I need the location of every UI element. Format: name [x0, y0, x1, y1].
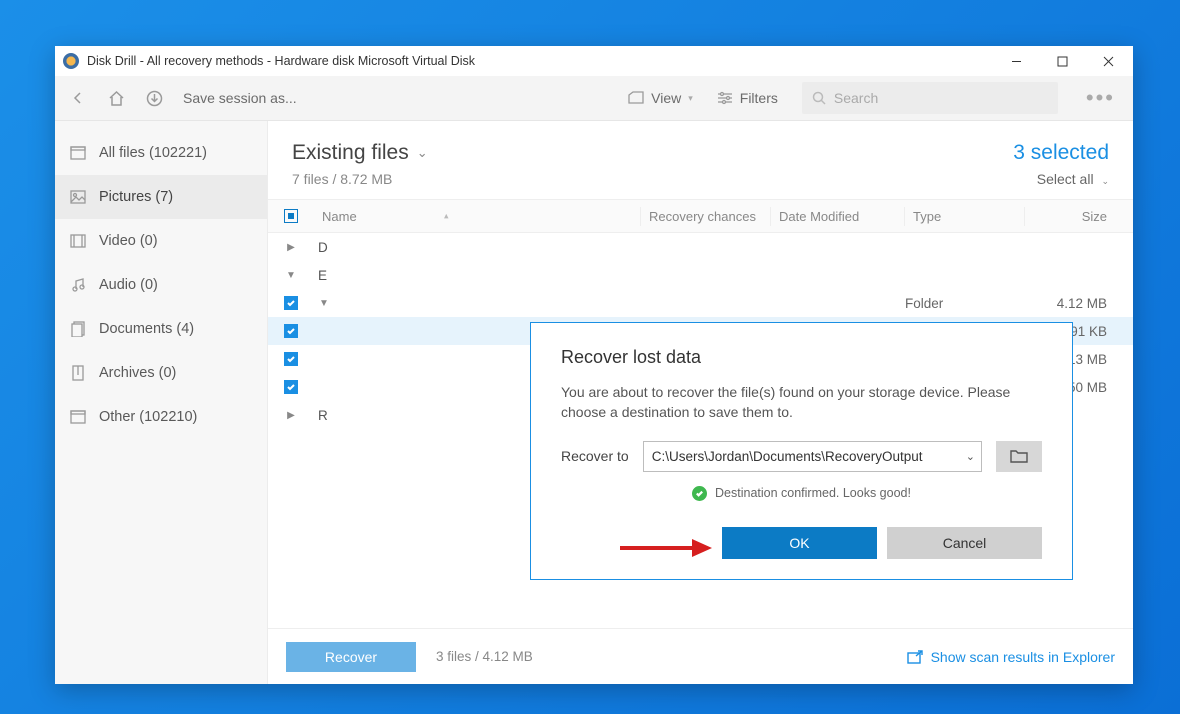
sidebar-item-audio[interactable]: Audio (0) [55, 263, 267, 307]
all-files-icon [69, 144, 87, 162]
expand-icon[interactable]: ▶ [280, 242, 302, 253]
row-checkbox[interactable] [284, 380, 298, 394]
confirmation-text: Destination confirmed. Looks good! [715, 486, 911, 500]
app-icon [63, 53, 79, 69]
sidebar-item-all[interactable]: All files (102221) [55, 131, 267, 175]
back-icon[interactable] [69, 89, 87, 107]
filters-label: Filters [740, 90, 778, 106]
chevron-down-icon: ⌄ [417, 145, 428, 161]
main-panel: Existing files ⌄ 7 files / 8.72 MB 3 sel… [268, 121, 1133, 684]
archives-icon [69, 364, 87, 382]
modal-title: Recover lost data [561, 347, 1042, 368]
search-placeholder: Search [834, 90, 878, 106]
select-all-button[interactable]: Select all ⌄ [1013, 171, 1109, 187]
chevron-down-icon: ▾ [688, 93, 693, 104]
sidebar-item-label: Pictures (7) [99, 189, 173, 205]
save-session-button[interactable]: Save session as... [183, 90, 297, 106]
filters-button[interactable]: Filters [717, 90, 778, 106]
chevron-down-icon: ⌄ [1101, 176, 1109, 186]
sidebar-item-label: Video (0) [99, 233, 158, 249]
recover-modal: Recover lost data You are about to recov… [530, 322, 1073, 580]
column-date[interactable]: Date Modified [771, 207, 905, 226]
ok-button[interactable]: OK [722, 527, 877, 559]
section-subtitle: 7 files / 8.72 MB [292, 171, 428, 187]
video-icon [69, 232, 87, 250]
check-circle-icon [692, 486, 707, 501]
table-row[interactable]: ▼ Folder 4.12 MB [268, 289, 1133, 317]
titlebar: Disk Drill - All recovery methods - Hard… [55, 46, 1133, 76]
row-checkbox[interactable] [284, 324, 298, 338]
other-icon [69, 408, 87, 426]
sidebar-item-label: All files (102221) [99, 145, 207, 161]
sort-indicator-icon: ▴ [444, 211, 449, 222]
download-icon[interactable] [145, 89, 163, 107]
sidebar-item-label: Documents (4) [99, 321, 194, 337]
collapse-icon[interactable]: ▼ [280, 270, 302, 281]
sidebar-item-label: Other (102210) [99, 409, 197, 425]
column-type[interactable]: Type [905, 207, 1025, 226]
search-icon [812, 91, 826, 105]
pictures-icon [69, 188, 87, 206]
footer-count: 3 files / 4.12 MB [436, 649, 533, 664]
column-name[interactable]: Name ▴ [314, 207, 641, 226]
more-button[interactable]: ••• [1082, 87, 1119, 109]
browse-button[interactable] [996, 441, 1042, 472]
cancel-button[interactable]: Cancel [887, 527, 1042, 559]
search-input[interactable]: Search [802, 82, 1058, 114]
table-header: Name ▴ Recovery chances Date Modified Ty… [268, 199, 1133, 233]
sidebar-item-label: Audio (0) [99, 277, 158, 293]
footer: Recover 3 files / 4.12 MB Show scan resu… [268, 628, 1133, 684]
view-dropdown[interactable]: View ▾ [628, 90, 693, 106]
close-button[interactable] [1085, 46, 1131, 76]
table-row[interactable]: ▶ D [268, 233, 1133, 261]
sidebar-item-other[interactable]: Other (102210) [55, 395, 267, 439]
chevron-down-icon: ⌄ [966, 450, 975, 463]
sidebar-item-archives[interactable]: Archives (0) [55, 351, 267, 395]
collapse-icon[interactable]: ▼ [314, 298, 334, 309]
toolbar: Save session as... View ▾ Filters Search… [55, 76, 1133, 121]
column-size[interactable]: Size [1025, 209, 1133, 224]
row-checkbox[interactable] [284, 296, 298, 310]
sidebar-item-video[interactable]: Video (0) [55, 219, 267, 263]
column-recovery[interactable]: Recovery chances [641, 207, 771, 226]
sidebar-item-pictures[interactable]: Pictures (7) [55, 175, 267, 219]
destination-select[interactable]: C:\Users\Jordan\Documents\RecoveryOutput… [643, 441, 982, 472]
audio-icon [69, 276, 87, 294]
main-header: Existing files ⌄ 7 files / 8.72 MB 3 sel… [268, 121, 1133, 199]
documents-icon [69, 320, 87, 338]
folder-icon [1010, 449, 1028, 463]
sidebar-item-label: Archives (0) [99, 365, 176, 381]
recover-to-label: Recover to [561, 448, 629, 464]
table-row[interactable]: ▼ E [268, 261, 1133, 289]
confirmation-row: Destination confirmed. Looks good! [561, 486, 1042, 501]
view-label: View [651, 90, 681, 106]
show-in-explorer-link[interactable]: Show scan results in Explorer [907, 649, 1115, 665]
modal-message: You are about to recover the file(s) fou… [561, 382, 1042, 423]
sidebar-item-documents[interactable]: Documents (4) [55, 307, 267, 351]
selected-count: 3 selected [1013, 141, 1109, 165]
export-icon [907, 650, 923, 664]
maximize-button[interactable] [1039, 46, 1085, 76]
select-all-checkbox[interactable] [284, 209, 298, 223]
section-title[interactable]: Existing files ⌄ [292, 141, 428, 165]
home-icon[interactable] [107, 89, 125, 107]
window-title: Disk Drill - All recovery methods - Hard… [87, 54, 475, 68]
minimize-button[interactable] [993, 46, 1039, 76]
app-window: Disk Drill - All recovery methods - Hard… [55, 46, 1133, 684]
recover-button[interactable]: Recover [286, 642, 416, 672]
sidebar: All files (102221) Pictures (7) Video (0… [55, 121, 268, 684]
row-checkbox[interactable] [284, 352, 298, 366]
expand-icon[interactable]: ▶ [280, 410, 302, 421]
